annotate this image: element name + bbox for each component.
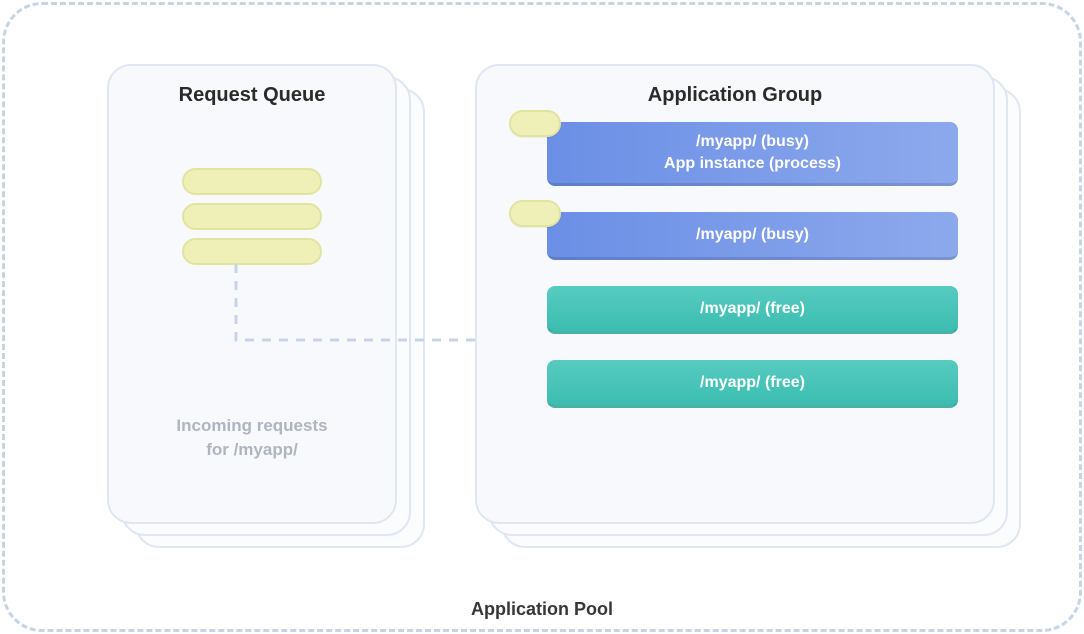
instance-label: /myapp/ (busy): [547, 224, 958, 246]
queue-caption-line: for /myapp/: [109, 438, 395, 462]
instance-label: /myapp/ (free): [547, 372, 958, 394]
queued-request: [182, 168, 322, 195]
instance-label: /myapp/ (busy): [547, 131, 958, 153]
instance-label: /myapp/ (free): [547, 298, 958, 320]
app-instance-busy: /myapp/ (busy): [547, 212, 958, 260]
queued-request: [182, 238, 322, 265]
group-card-front: Application Group /myapp/ (busy) App ins…: [475, 64, 995, 524]
queue-caption-line: Incoming requests: [109, 414, 395, 438]
group-title: Application Group: [477, 84, 993, 107]
request-badge: [509, 200, 561, 227]
instance-sublabel: App instance (process): [547, 153, 958, 175]
app-instance-busy: /myapp/ (busy) App instance (process): [547, 122, 958, 186]
queue-caption: Incoming requests for /myapp/: [109, 414, 395, 462]
application-group-stack: Application Group /myapp/ (busy) App ins…: [475, 64, 1021, 548]
queued-request: [182, 203, 322, 230]
instances-list: /myapp/ (busy) App instance (process) /m…: [547, 122, 958, 434]
request-badge: [509, 110, 561, 137]
app-instance-free: /myapp/ (free): [547, 360, 958, 408]
application-pool-label: Application Pool: [471, 599, 613, 620]
queue-items: [182, 168, 322, 273]
queue-title: Request Queue: [109, 84, 395, 107]
app-instance-free: /myapp/ (free): [547, 286, 958, 334]
